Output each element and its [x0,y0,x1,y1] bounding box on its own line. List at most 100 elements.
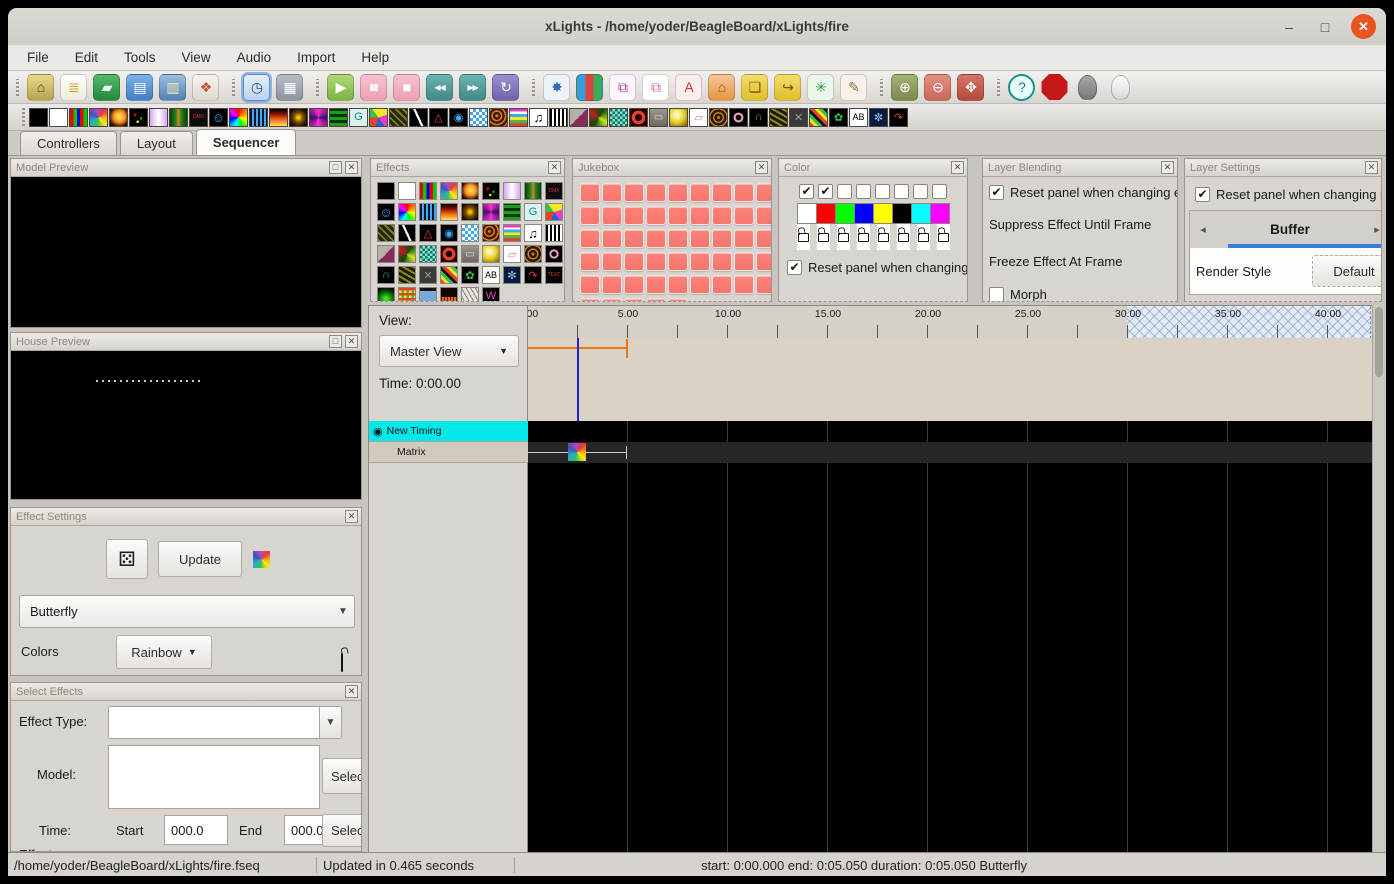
maximize-panel-icon[interactable]: □ [329,335,342,348]
jukebox-button[interactable] [580,206,600,225]
replay-icon[interactable]: ↻ [492,74,519,101]
zoom-out-icon[interactable]: ⊖ [924,74,951,101]
pause-icon[interactable]: ▮▮ [360,74,387,101]
effect-pinwheel-icon[interactable] [398,203,416,221]
effect-strobe-icon[interactable]: △ [419,224,437,242]
tab-buffer[interactable]: Buffer [1216,222,1364,237]
house-icon[interactable]: ⌂ [708,74,735,101]
paste-by-time-icon[interactable]: ⧉ [642,74,669,101]
color-enable-checkbox[interactable] [875,184,890,199]
matrix-track-row[interactable]: Matrix [369,442,529,463]
jukebox-button[interactable] [580,183,600,202]
effect-twinkle-icon[interactable] [769,108,788,127]
color-swatch[interactable] [854,203,874,224]
color-enable-checkbox[interactable] [856,184,871,199]
save-sequence-icon[interactable]: ▤ [126,74,153,101]
effect-marquee-icon[interactable] [469,108,488,127]
effect-garlands-icon[interactable] [503,203,521,221]
jukebox-button[interactable] [756,275,772,294]
effect-end-cap[interactable] [626,446,627,459]
jukebox-button[interactable] [734,183,754,202]
new-sequence-icon[interactable]: ≣ [60,74,87,101]
menu-view[interactable]: View [169,45,224,70]
effect-meteors-icon[interactable] [489,108,508,127]
effect-bars-diagonal-icon[interactable] [440,266,458,284]
color-swatch[interactable] [911,203,931,224]
effect-lightning-icon[interactable] [398,224,416,242]
jukebox-button[interactable] [646,298,666,302]
model-select-button[interactable]: Select... [322,758,362,794]
effect-shockwave-icon[interactable] [629,108,648,127]
jukebox-button[interactable] [756,252,772,271]
menu-tools[interactable]: Tools [111,45,169,70]
jukebox-button[interactable] [646,275,666,294]
effect-off-icon[interactable] [29,108,48,127]
effect-snowflakes-icon[interactable]: ✼ [869,108,888,127]
effect-wave-icon[interactable]: W [482,287,500,302]
effect-type-dropdown[interactable]: ▼ [108,706,342,739]
color-swatch[interactable] [797,203,817,224]
color-swatch[interactable] [930,203,950,224]
effect-circles-icon[interactable] [482,182,500,200]
effect-warp-icon[interactable]: ✕ [789,108,808,127]
effect-wreath-icon[interactable]: ✿ [461,266,479,284]
palette-unlock-icon[interactable] [341,653,343,672]
effect-life-icon[interactable] [389,108,408,127]
reset-panel-checkbox[interactable]: ✔ [1195,187,1210,202]
effect-pinwheel-2-icon[interactable] [398,245,416,263]
effect-dmx-icon[interactable]: DMX [189,108,208,127]
effect-music-icon[interactable]: ♫ [524,224,542,242]
jukebox-button[interactable] [646,206,666,225]
effect-video-icon[interactable] [419,287,437,302]
effect-galaxy-icon[interactable] [309,108,328,127]
package-sequence-icon[interactable]: ❏ [741,74,768,101]
effect-plasma-icon[interactable] [609,108,628,127]
jukebox-button[interactable] [690,252,710,271]
jukebox-button[interactable] [602,206,622,225]
effect-spirograph-icon[interactable] [729,108,748,127]
color-unlock-icon[interactable] [937,224,950,250]
house-preview-header[interactable]: House Preview □ ✕ [11,333,361,351]
effect-twinkle-icon[interactable] [398,266,416,284]
layer-blending-header[interactable]: Layer Blending ✕ [983,159,1177,177]
sequence-settings-icon[interactable]: ✸ [543,74,570,101]
jukebox-button[interactable] [756,206,772,225]
jukebox-button[interactable] [668,252,688,271]
emergency-stop-icon[interactable] [1041,74,1068,101]
effect-kaleidoscope-icon[interactable] [369,108,388,127]
tab-scroll-right-icon[interactable]: ▸ [1364,223,1382,236]
effect-music-icon[interactable]: ♫ [529,108,548,127]
close-button[interactable]: ✕ [1351,14,1376,39]
effect-text-xmas-icon[interactable]: TEXT [545,266,563,284]
effect-glediator-icon[interactable]: G [349,108,368,127]
jukebox-button[interactable] [624,183,644,202]
effect-select-dropdown[interactable]: Butterfly ▼ [19,595,355,628]
jukebox-button[interactable] [756,183,772,202]
jukebox-button[interactable] [602,229,622,248]
jukebox-button[interactable] [580,275,600,294]
effect-spirograph-icon[interactable] [545,245,563,263]
effect-off-icon[interactable] [377,182,395,200]
close-panel-icon[interactable]: ✕ [345,510,358,523]
select-effects-header[interactable]: Select Effects ✕ [11,683,361,701]
effect-on-icon[interactable] [398,182,416,200]
waveform-area[interactable] [528,338,1372,421]
color-enable-checkbox[interactable] [932,184,947,199]
jukebox-button[interactable] [690,229,710,248]
effect-pinwheel-icon[interactable] [229,108,248,127]
effect-snowflakes-icon[interactable]: ✼ [503,266,521,284]
effect-bars-icon[interactable] [419,182,437,200]
effect-text-ab-icon[interactable]: AB [849,108,868,127]
effect-single-strand-icon[interactable] [669,108,688,127]
effect-morph-icon[interactable] [503,224,521,242]
effect-text-ab-icon[interactable]: AB [482,266,500,284]
model-preview-header[interactable]: Model Preview □ ✕ [11,159,361,177]
open-sequence-icon[interactable]: ▰ [93,74,120,101]
effect-settings-header[interactable]: Effect Settings ✕ [11,508,361,526]
effect-tendril-icon[interactable]: ↷ [889,108,908,127]
color-swatch[interactable] [835,203,855,224]
effect-curtain-icon[interactable] [524,182,542,200]
zoom-in-icon[interactable]: ⊕ [891,74,918,101]
effect-bars-icon[interactable] [69,108,88,127]
effect-pictures-icon[interactable] [569,108,588,127]
